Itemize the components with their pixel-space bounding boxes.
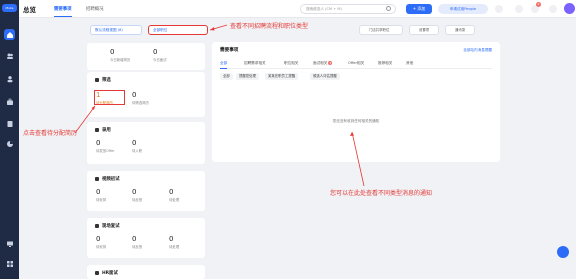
card-applications: 0 今日新增简历 0 今日面试 [87,43,205,70]
card-video-interview: 视频初试 0 待安排 0 待反馈 0 待处理 [87,171,205,211]
help-icon[interactable] [495,5,503,13]
all-messages-link[interactable]: 全部站内消息提醒 [463,48,492,53]
user-icon [7,75,12,82]
stat-video-schedule[interactable]: 0 待安排 [96,188,106,202]
panel-title: 需要事项 [220,48,239,53]
home-icon [6,31,13,38]
chip-evaluation[interactable]: 候选人评估提醒 [310,73,340,80]
nav-apps[interactable] [4,258,15,269]
tab-referral[interactable]: 推荐相关 [378,61,392,66]
job-type-select[interactable]: 全部职位 [148,25,208,35]
filter-icon [95,77,99,82]
settings-icon[interactable] [549,5,557,13]
moka-logo: Moka [2,4,17,12]
nav-home[interactable] [4,29,15,40]
card-title: 筛选 [102,78,111,83]
card-title: 视频初试 [102,177,120,182]
stat-pending-screen[interactable]: 0 待筛选简历 [132,91,149,105]
tab-interviews[interactable]: 面试相关 2 [313,61,333,66]
annotation-bottom: 您可以在此处查看不同类型消息的通知 [330,190,433,197]
nav-jobs[interactable] [4,96,15,107]
card-hire: 录用 0 待发放Offer 0 待入职 [87,122,205,164]
card-title: 录用 [102,128,111,133]
tab-demand[interactable]: 招聘需求相关 [244,61,266,66]
card-title: 现场复试 [102,224,120,229]
briefcase-icon [6,98,13,105]
card-onsite-interview: 现场复试 0 待安排 0 待反馈 0 待处理 [87,218,205,258]
stat-video-process[interactable]: 0 待处理 [169,188,179,202]
left-nav: Moka [0,0,19,279]
tab-other[interactable]: 其他 [406,61,413,66]
search-placeholder: 搜索候选人 (CM + M) [306,7,342,11]
settings-button[interactable]: 设置项 [409,25,439,35]
hr-icon [95,270,99,275]
chat-float-button[interactable] [557,246,569,258]
tab-todo[interactable]: 需要事项 [54,6,72,17]
stat-pending-offer[interactable]: 0 待发放Offer [96,139,115,153]
monitor-icon [6,241,13,247]
stat-new-resumes[interactable]: 0 今日新增简历 [110,48,130,62]
page-title: 总览 [23,6,36,14]
people-icon [6,53,13,59]
tab-offer[interactable]: Offer相关 [348,61,364,66]
highlight-box [94,90,125,105]
interview-badge: 2 [328,61,333,65]
stat-pending-onboard[interactable]: 0 待入职 [132,139,142,153]
card-title: HR面试 [102,271,118,276]
stat-onsite-process[interactable]: 0 待处理 [169,235,179,249]
notification-badge: 9 [536,2,541,7]
annotation-top: 查看不同招聘流程和职位类型 [230,23,309,30]
onsite-icon [95,223,99,228]
search-input[interactable]: 搜索候选人 (CM + M) [300,4,396,14]
search-icon [386,6,391,11]
panel-tabs: 全部 招聘需求相关 职位相关 面试相关 2 Offer相关 推荐相关 其他 [220,60,492,69]
book-icon [7,120,12,127]
card-hr-interview: HR面试 [87,265,205,279]
stat-onsite-feedback[interactable]: 0 待反馈 [132,235,142,249]
tab-jobs[interactable]: 职位相关 [284,61,298,66]
card-screening: 筛选 1 待分配简历 0 待筛选简历 [87,72,205,117]
nav-talent[interactable] [4,50,15,61]
nav-records[interactable] [4,118,15,129]
contacts-button[interactable]: 通讯录 [445,25,475,35]
nav-candidates[interactable] [4,73,15,84]
tab-overview[interactable]: 招聘概况 [86,6,104,12]
todo-panel: 需要事项 全部站内消息提醒 全部 招聘需求相关 职位相关 面试相关 2 Offer… [212,42,500,162]
process-view-select[interactable]: 默认流程视图 (8) [90,25,142,35]
notice-icon[interactable] [515,5,523,13]
avatar[interactable] [564,3,575,14]
top-bar: 总览 需要事项 招聘概况 搜索候选人 (CM + M) + 添加 申请试用Peo… [19,0,576,18]
trial-people-button[interactable]: 申请试用People [438,4,488,14]
chip-all[interactable]: 全部 [220,73,233,80]
shared-jobs-button[interactable]: 门店共享职位 [359,25,403,35]
chip-remind[interactable]: 提醒您处理 [236,73,259,80]
grid-icon [6,260,13,267]
chip-staff[interactable]: 某某在职员工提醒 [265,73,299,80]
nav-screen[interactable] [4,238,15,249]
empty-state: 您还没有收到任何相关的通知 [332,119,380,123]
stat-onsite-schedule[interactable]: 0 待安排 [96,235,106,249]
hire-icon [95,127,99,132]
video-icon [95,176,99,181]
tab-all[interactable]: 全部 [220,61,228,69]
stat-today-interviews[interactable]: 0 今日面试 [153,48,167,62]
annotation-left: 点击查看待分配简历 [23,130,78,137]
nav-reports[interactable] [4,138,15,149]
pie-chart-icon [6,140,13,147]
add-button[interactable]: + 添加 [406,4,432,14]
stat-video-feedback[interactable]: 0 待反馈 [132,188,142,202]
